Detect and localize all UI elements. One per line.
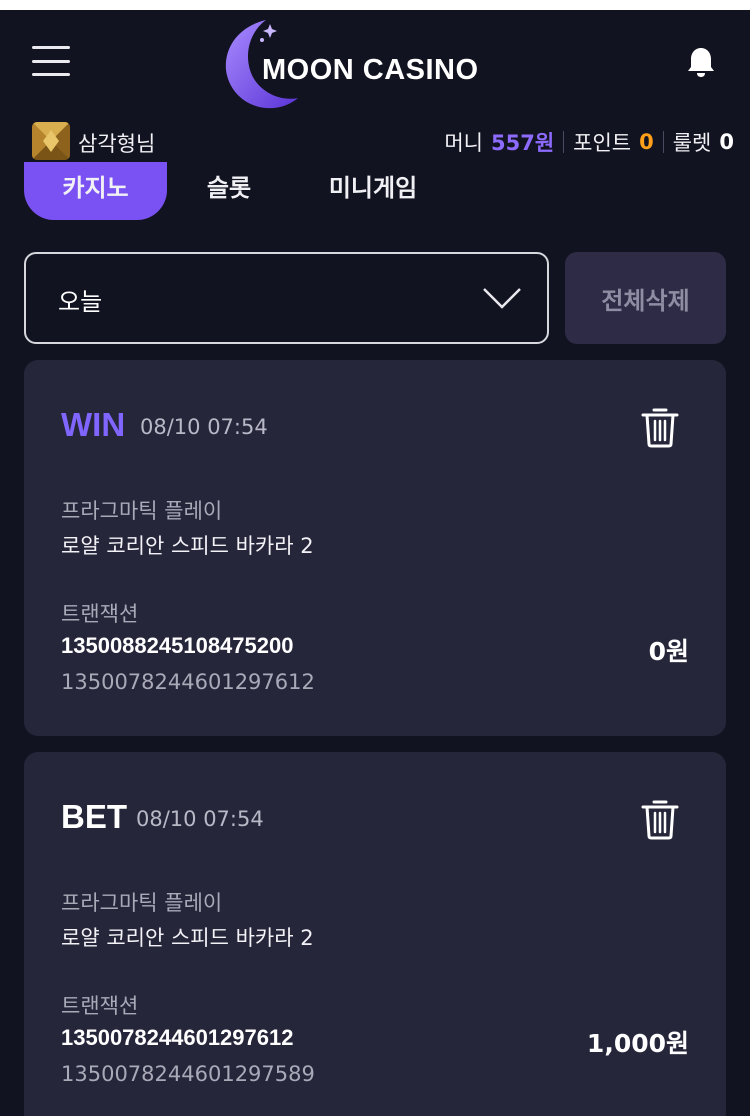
- roulette-label: 룰렛: [672, 131, 712, 155]
- header: MOON CASINO: [0, 10, 750, 114]
- chevron-down-icon: [483, 288, 521, 309]
- transaction-label: 트랜잭션: [61, 994, 139, 1018]
- transaction-label: 트랜잭션: [61, 602, 139, 626]
- tab-label: 슬롯: [206, 174, 252, 202]
- game-name: 로얄 코리안 스피드 바카라 2: [61, 926, 314, 950]
- money-label: 머니: [444, 131, 483, 155]
- tab-casino[interactable]: 카지노: [24, 162, 167, 220]
- trash-icon[interactable]: [640, 406, 680, 448]
- avatar-icon: [32, 122, 70, 160]
- hamburger-menu-icon[interactable]: [32, 46, 70, 76]
- trash-icon[interactable]: [640, 798, 680, 840]
- transaction-id: 1350088245108475200: [61, 633, 294, 658]
- balances: 머니 557원 포인트 0 룰렛 0: [444, 127, 734, 157]
- tab-label: 미니게임: [328, 174, 418, 202]
- amount: 1,000원: [586, 1029, 689, 1058]
- tab-slot[interactable]: 슬롯: [200, 162, 258, 220]
- record-type: WIN: [61, 406, 126, 443]
- history-card: WIN 08/10 07:54 프라그마틱 플레이 로얄 코리안 스피드 바카라…: [24, 360, 726, 736]
- provider-name: 프라그마틱 플레이: [61, 891, 223, 915]
- tab-minigame[interactable]: 미니게임: [322, 162, 424, 220]
- point-value: 0: [639, 130, 654, 154]
- provider-name: 프라그마틱 플레이: [61, 499, 223, 523]
- point-label: 포인트: [573, 131, 632, 155]
- transaction-id: 1350078244601297612: [61, 1025, 294, 1050]
- record-type: BET: [61, 798, 127, 835]
- roulette-value: 0: [719, 130, 734, 154]
- date-filter-value: 오늘: [58, 288, 103, 316]
- record-time: 08/10 07:54: [136, 807, 264, 831]
- money-value: 557원: [490, 131, 555, 155]
- bell-icon[interactable]: [686, 46, 716, 78]
- date-filter-select[interactable]: 오늘: [24, 252, 549, 344]
- divider: [662, 131, 664, 153]
- logo-text: MOON CASINO: [262, 54, 479, 86]
- game-name: 로얄 코리안 스피드 바카라 2: [61, 534, 314, 558]
- divider: [563, 131, 565, 153]
- history-card: BET 08/10 07:54 프라그마틱 플레이 로얄 코리안 스피드 바카라…: [24, 752, 726, 1116]
- delete-all-button[interactable]: 전체삭제: [565, 252, 726, 344]
- username[interactable]: 삼각형님: [78, 128, 155, 158]
- record-time: 08/10 07:54: [140, 415, 268, 439]
- game-tabs: 카지노 슬롯 미니게임: [0, 162, 750, 222]
- logo[interactable]: MOON CASINO: [222, 18, 532, 110]
- tab-label: 카지노: [62, 174, 129, 202]
- transaction-ref: 1350078244601297612: [61, 670, 315, 694]
- transaction-ref: 1350078244601297589: [61, 1062, 315, 1086]
- user-bar: 삼각형님 머니 557원 포인트 0 룰렛 0: [0, 120, 750, 162]
- app: MOON CASINO 삼각형님 머니 557원 포인트 0 룰렛 0 카지노 …: [0, 10, 750, 1116]
- amount: 0원: [648, 637, 689, 666]
- avatar[interactable]: [32, 122, 70, 160]
